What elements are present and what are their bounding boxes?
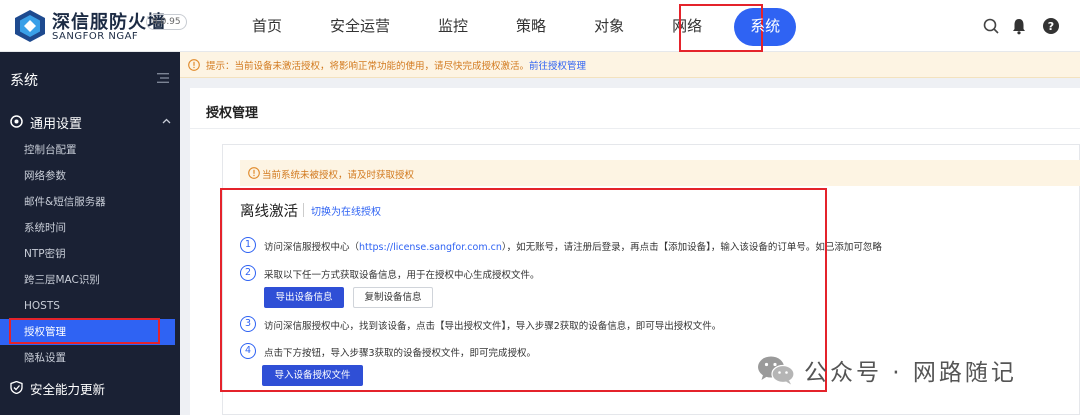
sidebar-item-network-params[interactable]: 网络参数 — [0, 163, 175, 189]
sidebar-item-hosts[interactable]: HOSTS — [0, 293, 175, 319]
sidebar-highlight-box — [9, 318, 160, 344]
settings-icon — [10, 115, 23, 128]
offline-activation-highlight-box — [220, 188, 827, 392]
sidebar-item-ntp-key[interactable]: NTP密钥 — [0, 241, 175, 267]
version-badge: 8.0.95 — [146, 14, 187, 30]
sidebar-item-console-config[interactable]: 控制台配置 — [0, 137, 175, 163]
chevron-up-icon — [162, 118, 171, 124]
search-icon[interactable] — [982, 17, 1000, 35]
nav-home[interactable]: 首页 — [228, 0, 306, 52]
sidebar-group-general-settings[interactable]: 通用设置 — [0, 106, 180, 136]
help-icon[interactable]: ? — [1042, 17, 1060, 35]
nav-object[interactable]: 对象 — [570, 0, 648, 52]
sangfor-logo-icon — [15, 10, 45, 42]
sidebar-group-label: 安全能力更新 — [30, 382, 106, 397]
title-divider — [190, 128, 1080, 129]
goto-license-link[interactable]: 前往授权管理 — [529, 61, 586, 72]
sidebar-item-mail-sms-server[interactable]: 邮件&短信服务器 — [0, 189, 175, 215]
collapse-menu-icon[interactable] — [157, 73, 169, 83]
sidebar-group-label: 通用设置 — [30, 117, 83, 132]
page-title: 授权管理 — [206, 106, 259, 121]
notice-text: 提示：当前设备未激活授权，将影响正常功能的使用，请尽快完成授权激活。前往授权管理 — [206, 61, 587, 72]
bell-icon[interactable] — [1010, 17, 1028, 35]
sidebar: 系统 通用设置 控制台配置 网络参数 邮件&短信服务器 系统时间 NTP密钥 跨… — [0, 52, 180, 415]
activation-notice-bar: 提示：当前设备未激活授权，将影响正常功能的使用，请尽快完成授权激活。前往授权管理 — [180, 52, 1080, 78]
top-bar: 深信服防火墙 SANGFOR NGAF 8.0.95 首页 安全运营 监控 策略… — [0, 0, 1080, 52]
watermark-text: 公众号 · 网路随记 — [804, 360, 1017, 386]
warning-icon — [188, 59, 200, 71]
shield-icon — [10, 381, 23, 394]
nav-monitor[interactable]: 监控 — [414, 0, 492, 52]
svg-text:?: ? — [1048, 20, 1054, 33]
nav-security-ops[interactable]: 安全运营 — [306, 0, 414, 52]
warning-text: 当前系统未被授权，请及时获取授权 — [262, 170, 415, 181]
sidebar-title: 系统 — [10, 73, 38, 89]
sidebar-item-system-time[interactable]: 系统时间 — [0, 215, 175, 241]
sidebar-group-security-update[interactable]: 安全能力更新 — [0, 374, 180, 400]
sidebar-item-privacy-settings[interactable]: 隐私设置 — [0, 345, 175, 371]
sidebar-item-cross-layer-mac[interactable]: 跨三层MAC识别 — [0, 267, 175, 293]
nav-policy[interactable]: 策略 — [492, 0, 570, 52]
watermark: 公众号 · 网路随记 — [756, 352, 1017, 388]
brand-subtitle: SANGFOR NGAF — [52, 31, 139, 42]
unlicensed-warning: 当前系统未被授权，请及时获取授权 — [240, 160, 1080, 186]
warning-icon — [248, 167, 260, 179]
wechat-icon — [758, 356, 795, 385]
